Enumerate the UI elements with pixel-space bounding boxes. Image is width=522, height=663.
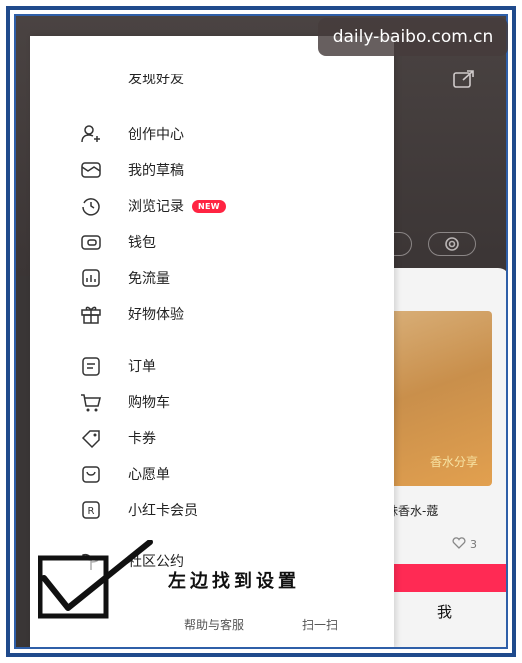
history-clock-icon [80,195,102,217]
creator-center-icon [80,123,102,145]
drafts-icon [80,159,102,181]
settings-pill[interactable] [428,232,476,256]
menu-item-orders[interactable]: 订单 [80,354,156,378]
new-badge: NEW [192,199,226,213]
data-free-icon [80,267,102,289]
menu-item-wishlist[interactable]: 心愿单 [80,462,170,486]
menu-label: 发现好友 [128,74,184,87]
menu-item-product-trial[interactable]: 好物体验 [80,302,184,326]
membership-card-icon: R [80,499,102,521]
coupon-icon [80,427,102,449]
menu-label: 免流量 [128,271,170,287]
scan-link[interactable]: 扫一扫 [302,616,338,633]
menu-label: 我的草稿 [128,163,184,179]
cart-icon [80,391,102,413]
menu-item-data-free[interactable]: 免流量 [80,266,170,290]
menu-item-history[interactable]: 浏览记录 NEW [80,194,226,218]
menu-item-find-friends[interactable]: 发现好友 [80,74,184,88]
menu-label: 心愿单 [128,467,170,483]
tab-me[interactable]: 我 [437,601,452,622]
menu-label: 卡券 [128,431,156,447]
like-heart-icon[interactable] [452,537,466,549]
menu-item-membership[interactable]: R 小红卡会员 [80,498,198,522]
gift-icon [80,303,102,325]
menu-item-drafts[interactable]: 我的草稿 [80,158,184,182]
menu-item-wallet[interactable]: 钱包 [80,230,156,254]
menu-label: 创作中心 [128,127,184,143]
action-bar[interactable] [378,564,506,592]
wishlist-icon [80,463,102,485]
watermark: daily-baibo.com.cn [318,18,508,56]
annotation-text: 左边找到设置 [168,571,300,592]
svg-text:R: R [88,506,95,517]
menu-item-creator-center[interactable]: 创作中心 [80,122,184,146]
wallet-icon [80,231,102,253]
menu-label: 钱包 [128,235,156,251]
like-count: 3 [470,538,477,551]
share-icon[interactable] [453,70,475,88]
menu-label: 订单 [128,359,156,375]
menu-item-coupons[interactable]: 卡券 [80,426,156,450]
menu-label: 浏览记录 [128,199,184,215]
order-icon [80,355,102,377]
menu-label: 购物车 [128,395,170,411]
screenshot-frame: 4 香水分享 甜妹香水-蔻 3 我 发现好友 [0,0,522,663]
menu-item-cart[interactable]: 购物车 [80,390,170,414]
menu-label: 好物体验 [128,307,184,323]
settings-gear-icon [445,237,459,251]
menu-label: 小红卡会员 [128,503,198,519]
